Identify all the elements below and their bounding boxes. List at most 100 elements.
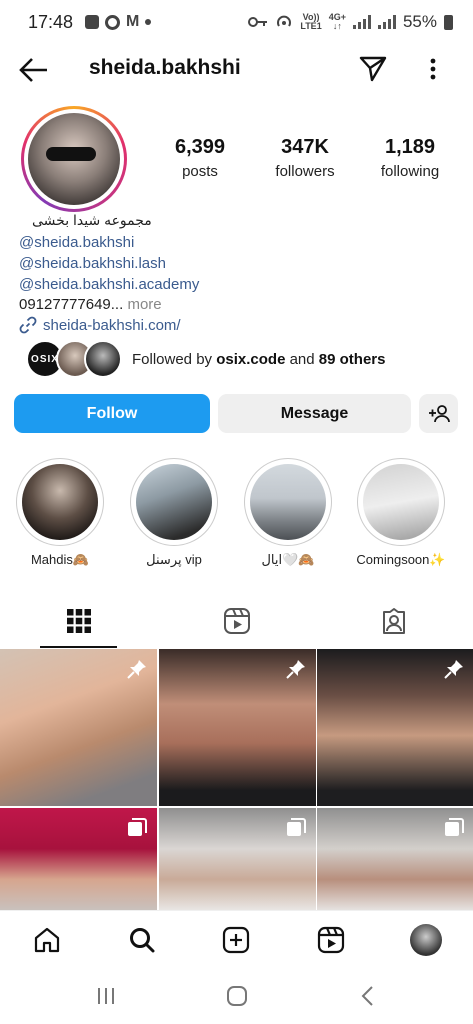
nav-home[interactable] <box>25 918 69 962</box>
bio-mention-academy[interactable]: @sheida.bakhshi.academy <box>19 276 199 293</box>
chrome-icon <box>105 14 121 30</box>
post-thumbnail[interactable] <box>317 649 473 806</box>
home-icon <box>35 927 60 952</box>
signal-icon-1 <box>352 15 371 29</box>
link-icon <box>19 316 37 334</box>
posts-grid <box>0 649 473 910</box>
nav-profile[interactable] <box>404 918 448 962</box>
nav-create[interactable] <box>214 918 258 962</box>
grid-icon <box>66 609 91 633</box>
chevron-left-icon <box>361 986 373 1006</box>
key-icon <box>248 17 268 27</box>
bio-name: مجموعه شیدا بخشی <box>32 212 152 228</box>
highlight-label: Mahdis🙈 <box>30 552 90 567</box>
profile-photo <box>28 113 120 205</box>
bio-phone-text: 09127777649... <box>19 296 124 313</box>
highlight-cover <box>22 464 98 540</box>
highlight-label: ایال🤍🙈 <box>261 552 315 567</box>
highlight-label: پرسنل vip <box>146 552 202 567</box>
network-type-indicator: 4G+ ↓↑ <box>328 12 346 31</box>
highlight-label: Comingsoon✨ <box>356 552 446 567</box>
stat-following[interactable]: 1,189 following <box>360 136 460 180</box>
pin-icon <box>444 660 463 679</box>
profile-username: sheida.bakhshi <box>89 56 241 79</box>
followers-label: followers <box>275 163 335 180</box>
gallery-icon <box>85 15 100 29</box>
profile-header: sheida.bakhshi <box>0 46 473 94</box>
paper-plane-icon <box>359 56 387 82</box>
home-button[interactable] <box>217 976 257 1016</box>
followers-count: 347K <box>281 136 329 158</box>
hotspot-icon <box>277 15 292 27</box>
post-thumbnail[interactable] <box>0 808 157 910</box>
profile-stats: 6,399 posts 347K followers 1,189 followi… <box>150 136 460 180</box>
battery-percent: 55% <box>402 12 437 31</box>
post-thumbnail[interactable] <box>0 649 157 806</box>
more-vertical-icon <box>430 58 436 80</box>
pin-icon <box>285 660 305 679</box>
highlight-cover <box>363 464 439 540</box>
battery-icon <box>444 14 453 30</box>
post-thumbnail[interactable] <box>317 808 473 910</box>
stat-posts[interactable]: 6,399 posts <box>150 136 250 180</box>
home-circle-icon <box>226 986 247 1006</box>
bio-mention-main[interactable]: @sheida.bakhshi <box>19 234 134 251</box>
bio-mention-lash[interactable]: @sheida.bakhshi.lash <box>19 255 166 272</box>
bio-phone: 09127777649... more <box>19 296 162 313</box>
bio-more-link[interactable]: more <box>123 296 161 313</box>
post-thumbnail[interactable] <box>158 808 316 910</box>
mutual-avatars: OSIX <box>26 340 122 378</box>
system-navigation <box>0 968 473 1024</box>
followed-by-text: Followed by osix.code and 89 others <box>132 350 386 368</box>
nav-search[interactable] <box>120 918 164 962</box>
volte-indicator: Vo)) LTE1 <box>300 12 322 31</box>
nav-profile-avatar <box>409 923 442 956</box>
carousel-icon <box>286 818 306 836</box>
tab-posts-grid[interactable] <box>0 594 158 648</box>
tagged-icon <box>383 608 406 634</box>
tab-reels[interactable] <box>158 594 316 648</box>
highlight-cover <box>250 464 326 540</box>
signal-icon-2 <box>377 15 396 29</box>
profile-avatar[interactable] <box>21 106 127 212</box>
followed-by-row[interactable]: OSIX Followed by osix.code and 89 others <box>26 340 466 378</box>
highlight-cover <box>136 464 212 540</box>
notification-dot-icon <box>145 19 152 25</box>
nav-reels[interactable] <box>309 918 353 962</box>
system-back-button[interactable] <box>348 976 388 1016</box>
back-arrow-icon <box>19 58 47 82</box>
highlight-vip[interactable]: پرسنل vip <box>129 458 219 568</box>
options-button[interactable] <box>422 54 444 84</box>
reels-icon <box>317 926 345 953</box>
reels-icon <box>223 608 250 634</box>
message-button[interactable]: Message <box>218 394 411 433</box>
add-post-icon <box>223 926 250 953</box>
post-thumbnail[interactable] <box>158 649 316 806</box>
add-user-icon <box>428 404 450 422</box>
highlight-mahdis[interactable]: Mahdis🙈 <box>15 458 105 568</box>
website-link[interactable]: sheida-bakhshi.com/ <box>19 316 181 334</box>
highlight-eyal[interactable]: ایال🤍🙈 <box>243 458 333 568</box>
posts-label: posts <box>182 163 218 180</box>
stat-followers[interactable]: 347K followers <box>255 136 355 180</box>
profile-tabs <box>0 594 473 648</box>
suggested-users-button[interactable] <box>419 394 458 433</box>
search-icon <box>129 927 155 952</box>
following-label: following <box>380 163 440 180</box>
direct-message-button[interactable] <box>358 54 390 84</box>
highlight-comingsoon[interactable]: Comingsoon✨ <box>356 458 446 568</box>
follow-button[interactable]: Follow <box>14 394 210 433</box>
tab-tagged[interactable] <box>315 594 473 648</box>
gmail-icon: M <box>126 13 140 30</box>
posts-count: 6,399 <box>174 136 226 158</box>
following-count: 1,189 <box>384 136 436 158</box>
back-button[interactable] <box>18 56 50 84</box>
mutual-avatar-3 <box>84 340 122 378</box>
recent-apps-button[interactable] <box>86 976 126 1016</box>
pin-icon <box>127 660 146 679</box>
website-url: sheida-bakhshi.com/ <box>43 316 181 334</box>
recents-icon <box>97 988 114 1004</box>
carousel-icon <box>128 818 147 836</box>
bottom-navigation <box>0 910 473 968</box>
carousel-icon <box>445 818 464 836</box>
